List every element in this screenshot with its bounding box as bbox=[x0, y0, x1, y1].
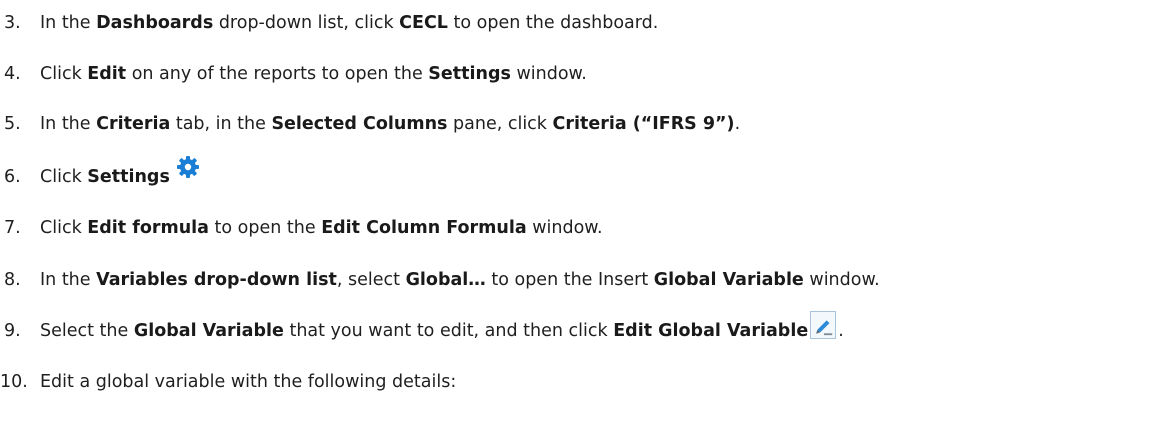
text-run: that you want to edit, and then click bbox=[283, 321, 614, 341]
step-text: Select the Global Variable that you want… bbox=[40, 311, 844, 348]
bold-term: Variables drop-down list bbox=[96, 270, 337, 290]
bold-term: Edit Column Formula bbox=[321, 218, 527, 238]
bold-term: Settings bbox=[87, 167, 170, 187]
step-number: 3. bbox=[4, 13, 21, 33]
step-number: 4. bbox=[4, 64, 21, 84]
bold-term: CECL bbox=[399, 13, 448, 33]
step-text: Edit a global variable with the followin… bbox=[40, 371, 456, 393]
text-run: Click bbox=[40, 218, 88, 238]
text-run: pane, click bbox=[447, 114, 553, 134]
text-run: on any of the reports to open the bbox=[126, 64, 429, 84]
bold-term: Criteria bbox=[96, 114, 171, 134]
bold-term: Global Variable bbox=[653, 270, 804, 290]
bold-term: Edit formula bbox=[87, 218, 209, 238]
bold-term: Dashboards bbox=[96, 13, 214, 33]
text-run: drop-down list, click bbox=[213, 13, 400, 33]
step-number: 5. bbox=[4, 114, 21, 134]
pencil-icon bbox=[810, 311, 837, 339]
text-run: . bbox=[734, 114, 741, 134]
step-text: In the Variables drop-down list, select … bbox=[40, 269, 880, 291]
step-number: 10. bbox=[0, 372, 28, 392]
text-run: tab, in the bbox=[170, 114, 272, 134]
bold-term: Edit bbox=[87, 64, 127, 84]
text-run: In the bbox=[40, 13, 97, 33]
text-run: Click bbox=[40, 167, 88, 187]
gear-icon bbox=[176, 156, 199, 178]
step-number: 6. bbox=[4, 167, 21, 187]
bold-term: Settings bbox=[428, 64, 511, 84]
step-text: Click Edit formula to open the Edit Colu… bbox=[40, 217, 603, 239]
step-text: In the Criteria tab, in the Selected Col… bbox=[40, 113, 740, 135]
bold-term: Global… bbox=[405, 270, 486, 290]
document-page: 3. In the Dashboards drop-down list, cli… bbox=[0, 0, 1168, 433]
text-run: window. bbox=[526, 218, 603, 238]
text-run: , select bbox=[336, 270, 406, 290]
step-number: 8. bbox=[4, 270, 21, 290]
bold-term: Criteria (“IFRS 9”) bbox=[552, 114, 735, 134]
text-run: window. bbox=[510, 64, 587, 84]
text-run: to open the bbox=[208, 218, 322, 238]
step-number: 9. bbox=[4, 321, 21, 341]
text-run: Edit a global variable with the followin… bbox=[40, 372, 457, 392]
text-run: window. bbox=[803, 270, 880, 290]
text-run: to open the dashboard. bbox=[447, 13, 659, 33]
step-number: 7. bbox=[4, 218, 21, 238]
bold-term: Edit Global Variable bbox=[613, 321, 809, 341]
text-run: In the bbox=[40, 270, 97, 290]
text-run: In the bbox=[40, 114, 97, 134]
text-run: Select the bbox=[40, 321, 134, 341]
step-text: Click Edit on any of the reports to open… bbox=[40, 63, 587, 85]
bold-term: Selected Columns bbox=[271, 114, 448, 134]
text-run: to open the Insert bbox=[485, 270, 654, 290]
step-text: In the Dashboards drop-down list, click … bbox=[40, 12, 658, 34]
step-text: Click Settings bbox=[40, 156, 202, 194]
text-run: . bbox=[838, 321, 844, 341]
text-run: Click bbox=[40, 64, 88, 84]
bold-term: Global Variable bbox=[133, 321, 284, 341]
